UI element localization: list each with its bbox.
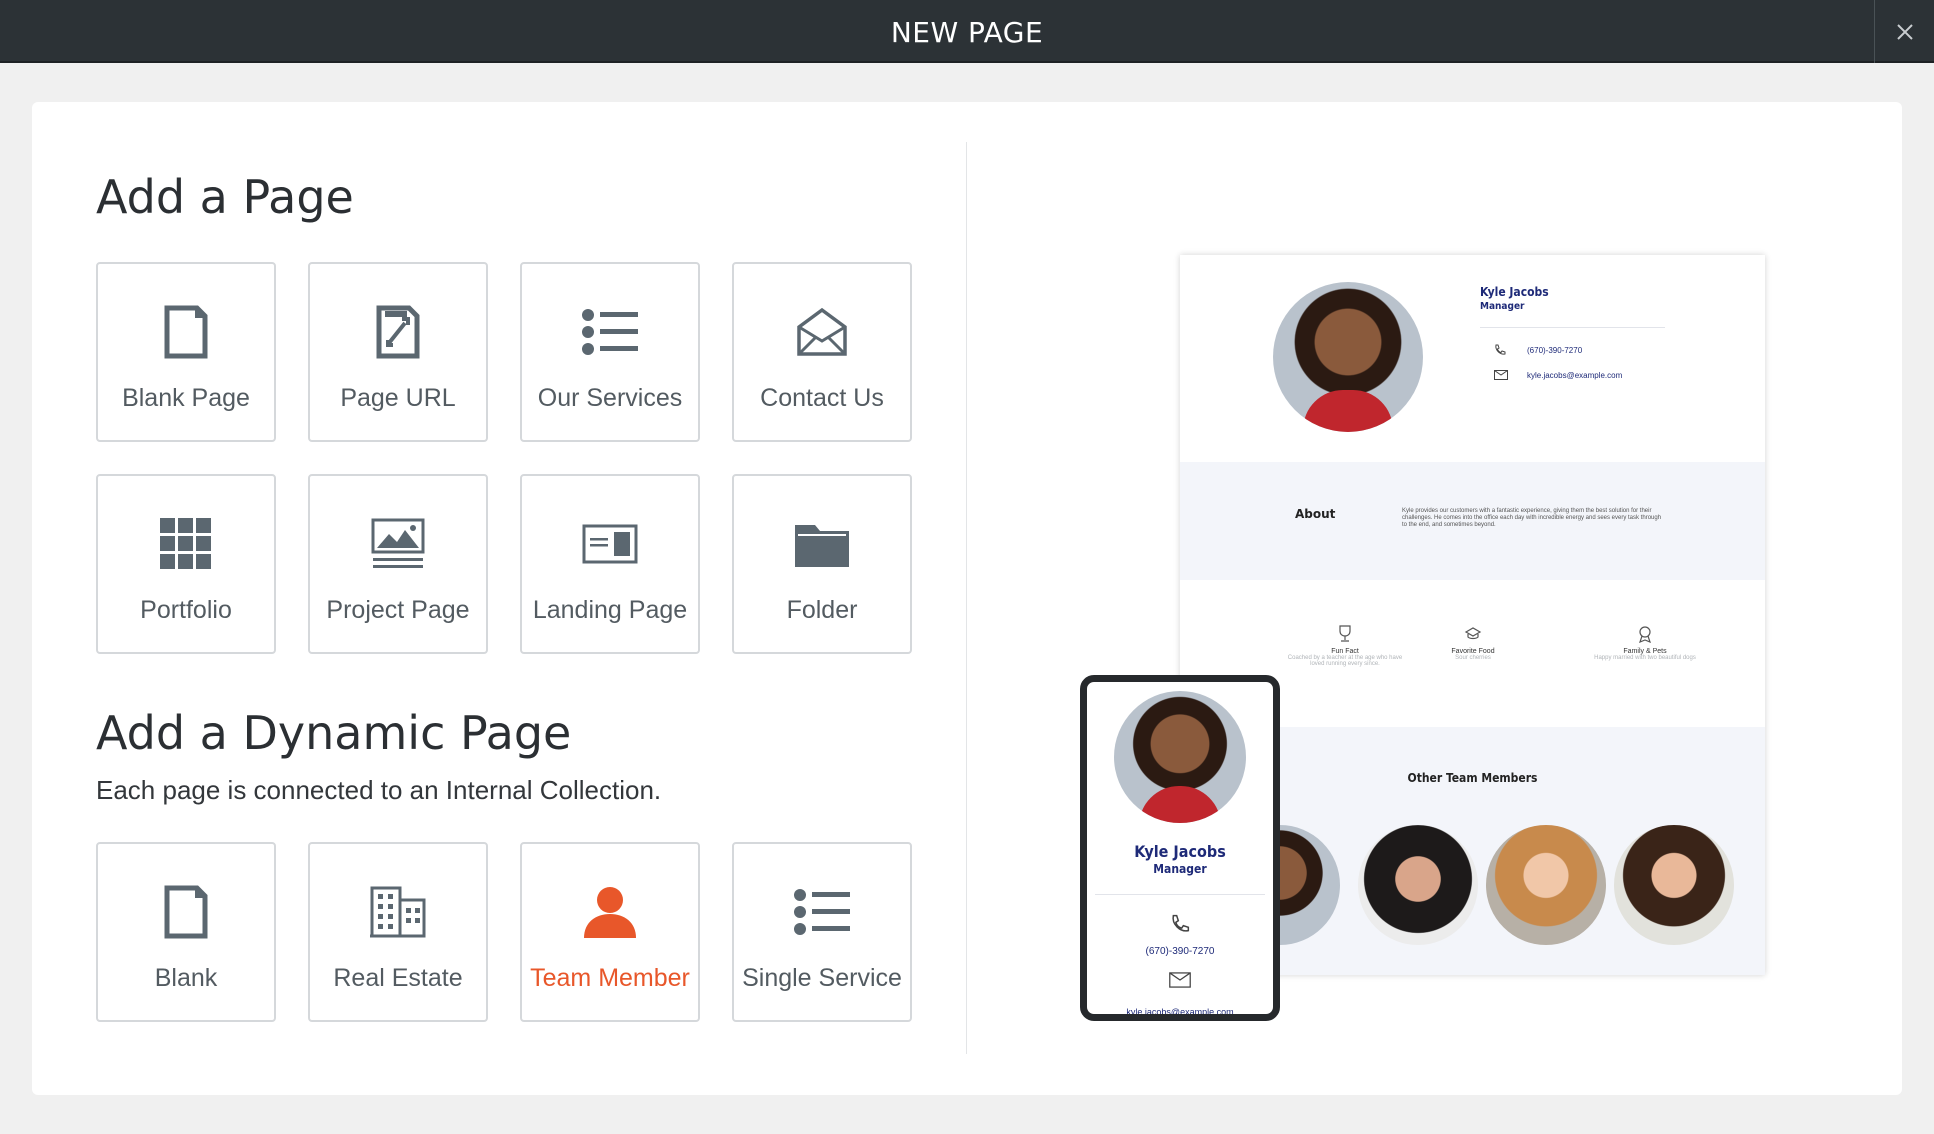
- phone-icon: [1495, 344, 1506, 355]
- preview-phone: (670)-390-7270: [1145, 946, 1215, 957]
- template-preview-mobile: Kyle Jacobs Manager (670)-390-7270 kyle.…: [1080, 675, 1280, 1021]
- award-icon: [1639, 626, 1651, 644]
- tile-our-services[interactable]: Our Services: [520, 262, 700, 442]
- preview-name: Kyle Jacobs: [1134, 842, 1226, 861]
- blank-page-icon: [164, 885, 208, 939]
- member-avatar: [1358, 825, 1478, 945]
- fact-card: Family & Pets Happy married with two bea…: [1580, 625, 1710, 661]
- tile-blank-page[interactable]: Blank Page: [96, 262, 276, 442]
- close-icon: [1896, 23, 1913, 40]
- tile-single-service[interactable]: Single Service: [732, 842, 912, 1022]
- preview-name: Kyle Jacobs: [1480, 285, 1549, 299]
- page-url-icon: [376, 305, 420, 359]
- fact-card: Fun Fact Coached by a teacher at the age…: [1280, 625, 1410, 667]
- envelope-icon: [797, 307, 847, 356]
- avatar: [1114, 691, 1246, 823]
- tile-portfolio[interactable]: Portfolio: [96, 474, 276, 654]
- preview-phone: (670)-390-7270: [1527, 346, 1583, 355]
- about-label: About: [1295, 507, 1336, 521]
- panel-divider: [966, 142, 967, 1054]
- tile-folder[interactable]: Folder: [732, 474, 912, 654]
- folder-icon: [795, 525, 849, 567]
- about-section: About Kyle provides our customers with a…: [1180, 462, 1765, 580]
- fact-title: Family & Pets: [1623, 648, 1667, 655]
- tile-label: Single Service: [742, 964, 902, 992]
- landing-page-icon: [582, 524, 638, 564]
- preview-role: Manager: [1153, 862, 1207, 876]
- fact-title: Favorite Food: [1451, 648, 1495, 655]
- food-icon: [1464, 627, 1482, 640]
- tile-label: Blank Page: [122, 384, 250, 412]
- mail-icon: [1494, 370, 1508, 380]
- phone-icon: [1172, 914, 1190, 932]
- member-avatar: [1486, 825, 1606, 945]
- preview-role: Manager: [1480, 301, 1525, 312]
- fact-text: Happy married with two beautiful dogs: [1594, 655, 1696, 661]
- tile-label: Contact Us: [760, 384, 884, 412]
- avatar: [1273, 282, 1423, 432]
- tile-contact-us[interactable]: Contact Us: [732, 262, 912, 442]
- mail-icon: [1169, 972, 1191, 988]
- tile-label: Our Services: [537, 384, 683, 412]
- tile-team-member[interactable]: Team Member: [520, 842, 700, 1022]
- tile-label: Folder: [786, 596, 858, 624]
- tile-label: Team Member: [530, 964, 690, 992]
- tile-page-url[interactable]: Page URL: [308, 262, 488, 442]
- dynamic-page-heading: Add a Dynamic Page: [96, 706, 572, 760]
- blank-page-icon: [164, 305, 208, 359]
- list-icon: [582, 309, 638, 355]
- fact-card: Favorite Food Sour cherries: [1408, 625, 1538, 661]
- about-text: Kyle provides our customers with a fanta…: [1402, 508, 1662, 528]
- tile-landing-page[interactable]: Landing Page: [520, 474, 700, 654]
- member-avatar: [1614, 825, 1734, 945]
- grid-icon: [160, 518, 211, 569]
- list-icon: [794, 889, 850, 935]
- close-button[interactable]: [1874, 0, 1934, 63]
- fact-title: Fun Fact: [1331, 648, 1359, 655]
- person-icon: [584, 887, 636, 938]
- preview-email: kyle.jacobs@example.com: [1527, 371, 1623, 380]
- dynamic-page-subtext: Each page is connected to an Internal Co…: [96, 775, 662, 805]
- add-page-heading: Add a Page: [96, 170, 354, 224]
- tile-project-page[interactable]: Project Page: [308, 474, 488, 654]
- dialog-titlebar: NEW PAGE: [0, 0, 1934, 63]
- tile-real-estate[interactable]: Real Estate: [308, 842, 488, 1022]
- trophy-icon: [1339, 625, 1351, 642]
- tile-label: Page URL: [340, 384, 456, 412]
- dialog-title: NEW PAGE: [890, 16, 1044, 49]
- image-icon: [371, 518, 425, 568]
- tile-label: Portfolio: [140, 596, 232, 624]
- fact-text: Sour cherries: [1455, 655, 1491, 661]
- tile-dynamic-blank[interactable]: Blank: [96, 842, 276, 1022]
- preview-email: kyle.jacobs@example.com: [1126, 1007, 1234, 1017]
- fact-text: Coached by a teacher at the age who have…: [1287, 655, 1403, 667]
- tile-label: Blank: [154, 964, 218, 992]
- tile-label: Real Estate: [333, 964, 463, 992]
- building-icon: [370, 886, 426, 938]
- tile-label: Landing Page: [532, 596, 688, 624]
- tile-label: Project Page: [326, 596, 470, 624]
